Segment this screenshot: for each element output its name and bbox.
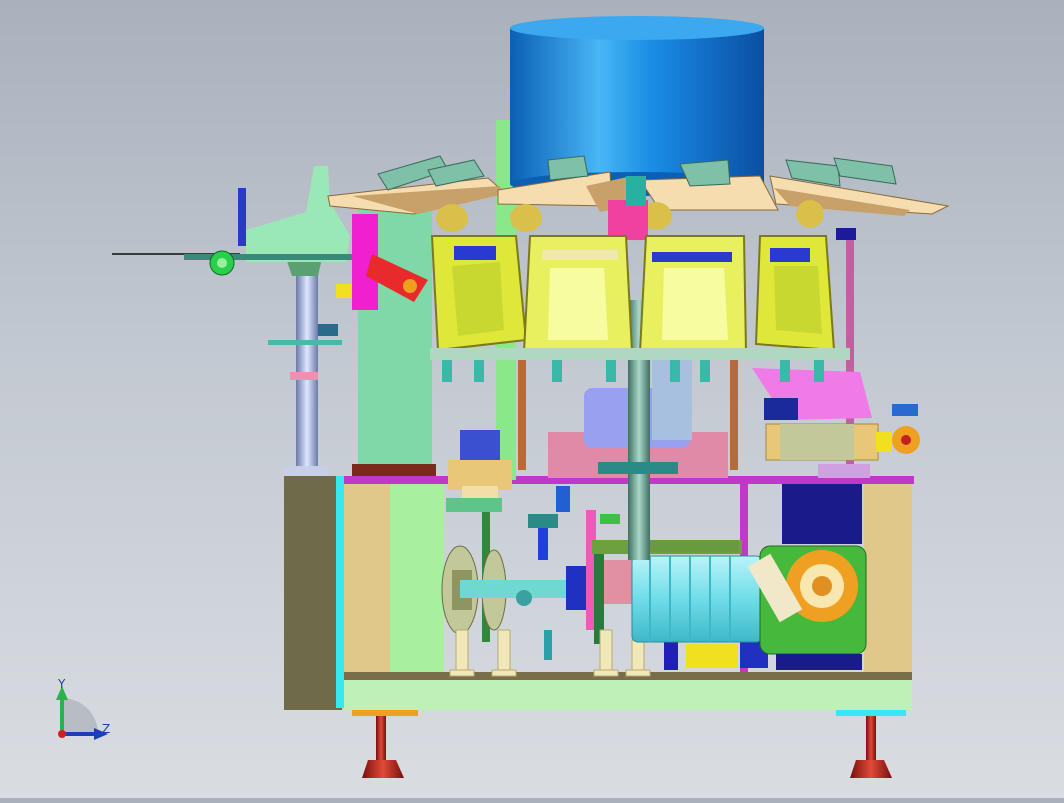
weigh-bucket-4: [754, 235, 836, 352]
axis-y-label: Y: [57, 677, 66, 691]
weigh-bucket-1: [430, 235, 528, 352]
gearbox: [747, 545, 867, 670]
machine-model: [56, 16, 950, 778]
weigh-bucket-2: [522, 235, 634, 353]
weigh-bucket-3: [638, 235, 748, 353]
leveling-foot-left: [362, 716, 404, 778]
triad-labels: Y Z: [57, 677, 110, 736]
axis-z-label: Z: [102, 722, 110, 736]
cad-viewport[interactable]: Y Z: [0, 0, 1064, 798]
leveling-foot-right: [850, 716, 892, 778]
pneumatic-actuator: [752, 368, 920, 478]
